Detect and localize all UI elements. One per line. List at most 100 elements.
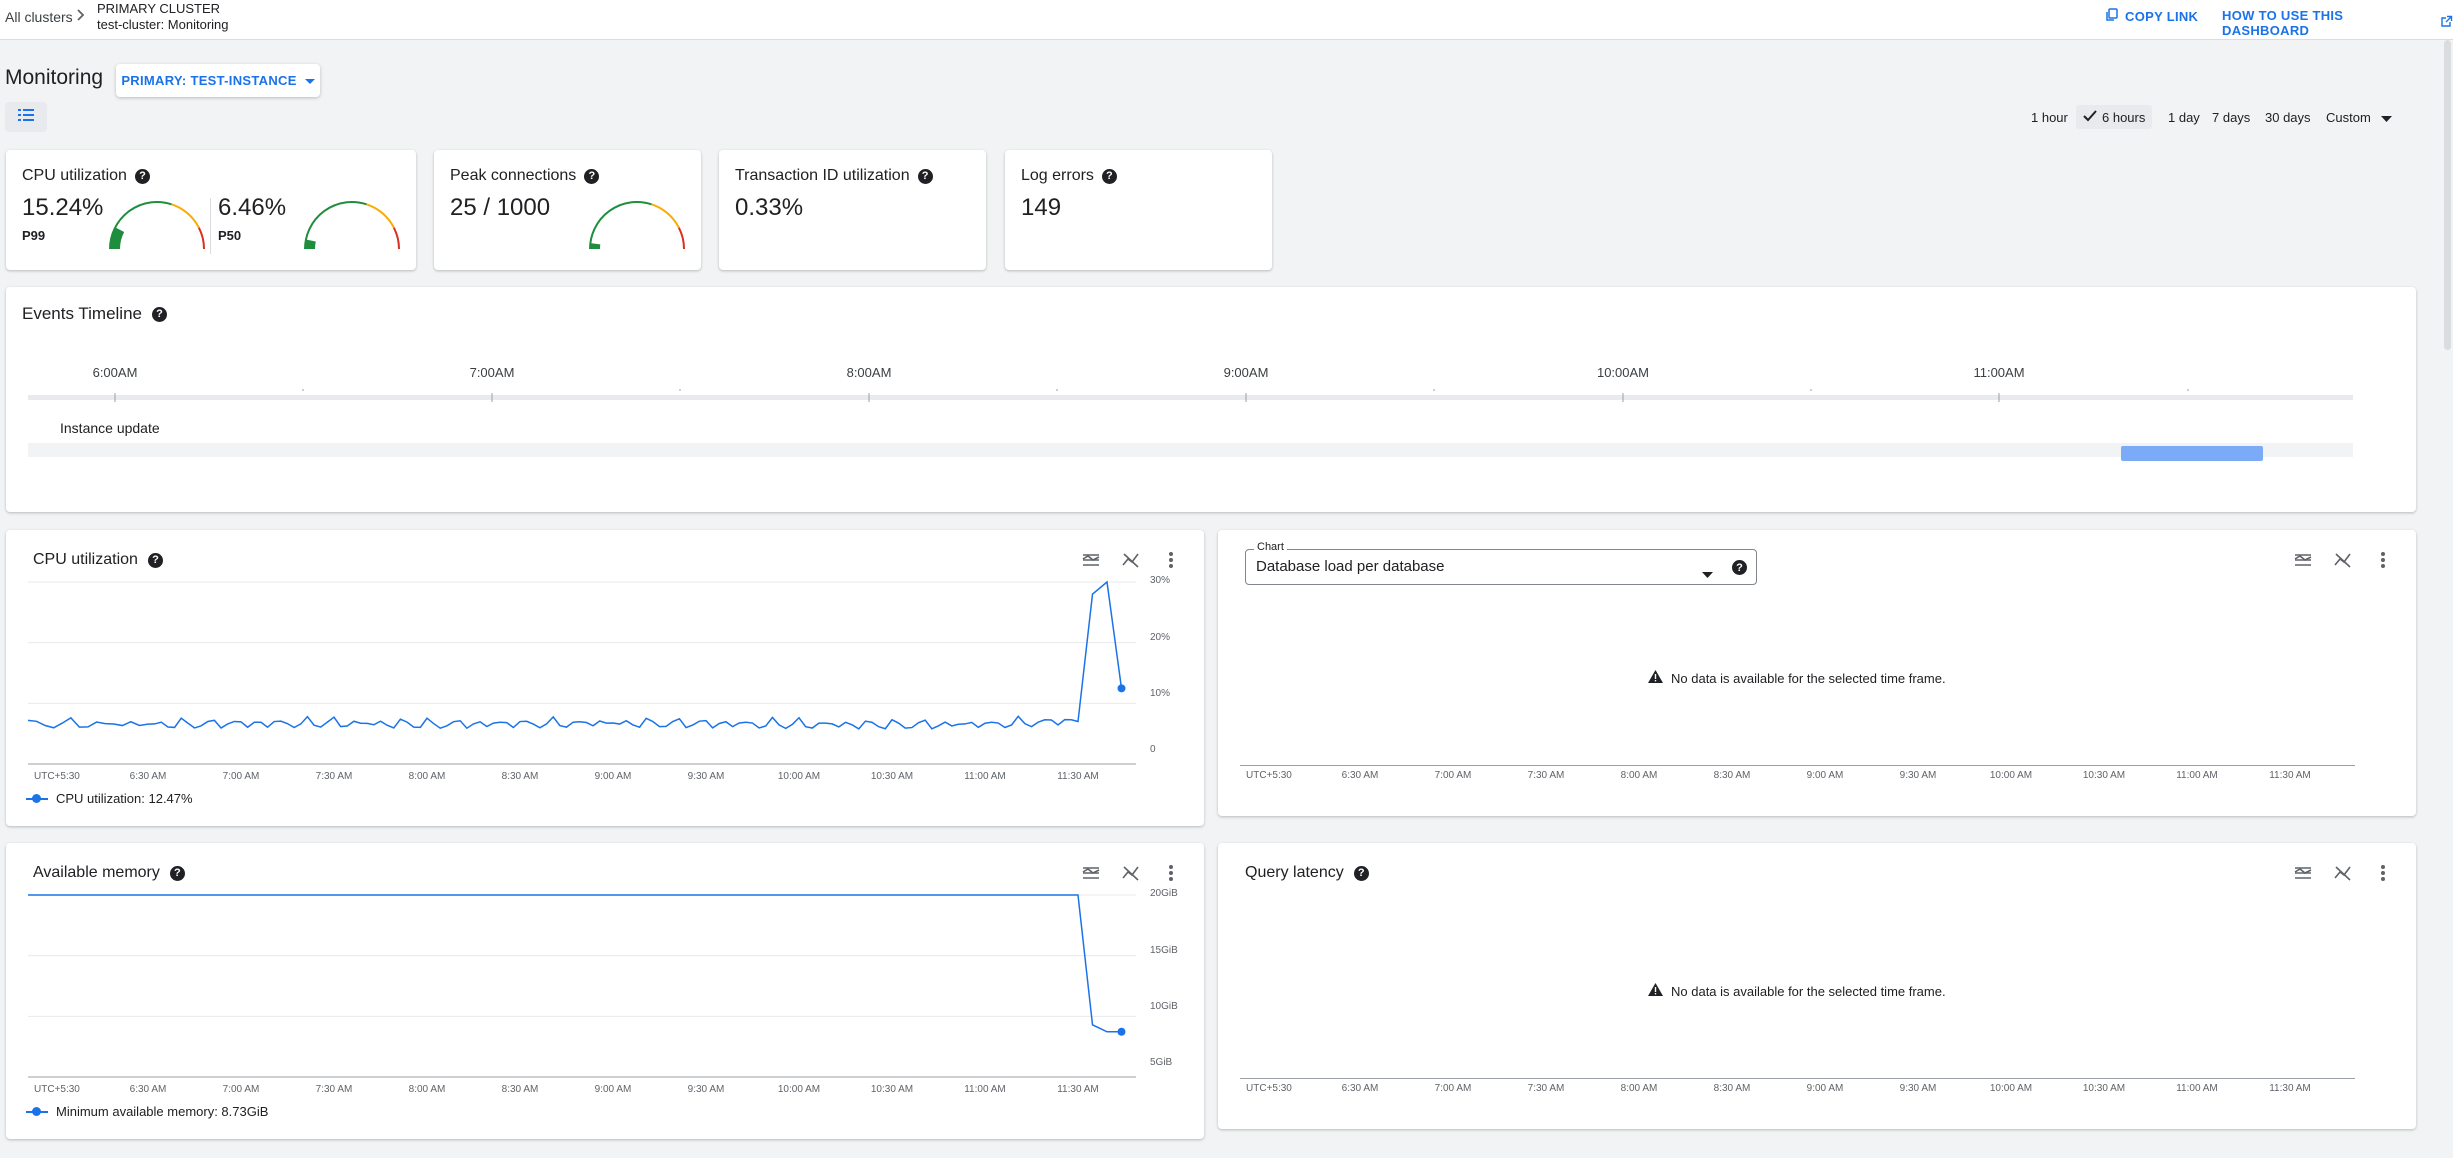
cpu-metric-card: CPU utilization ? 15.24% P99 6.46% P50 (6, 150, 416, 270)
x-tick-label: 8:30 AM (501, 1084, 539, 1095)
caret-down-icon (1702, 565, 1713, 583)
cpu-p50-gauge (304, 201, 400, 250)
series-line (27, 580, 1123, 730)
x-tick-label: 6:30 AM (129, 1084, 167, 1095)
help-icon[interactable]: ? (134, 168, 150, 184)
range-7-days[interactable]: 7 days (2205, 105, 2257, 129)
x-tick-label: 11:30 AM (2269, 1083, 2311, 1094)
help-icon[interactable]: ? (584, 168, 600, 184)
chart-select-label: Chart (1254, 541, 1287, 553)
x-tick-label: 9:30 AM (687, 771, 725, 782)
more-vert-icon[interactable] (2374, 551, 2392, 569)
no-data-text: No data is available for the selected ti… (1671, 670, 1946, 686)
instance-selector[interactable]: PRIMARY: TEST-INSTANCE (116, 64, 320, 97)
memory-legend[interactable]: Minimum available memory: 8.73GiB (26, 1104, 268, 1119)
x-tick-label: 10:00 AM (1989, 1083, 2033, 1094)
range-6-hours[interactable]: 6 hours (2076, 105, 2153, 129)
breadcrumb-cluster-type: PRIMARY CLUSTER (97, 1, 221, 16)
x-tick-label: 9:30 AM (1899, 1083, 1937, 1094)
scrollbar-thumb[interactable] (2444, 40, 2451, 350)
compare-icon[interactable] (2334, 864, 2352, 882)
x-tick-label: UTC+5:30 (34, 771, 80, 782)
timeline-tick: 11:00AM (1973, 365, 2025, 380)
x-tick-label: 10:30 AM (870, 771, 914, 782)
range-30-days[interactable]: 30 days (2258, 105, 2318, 129)
x-tick-label: 11:00 AM (964, 771, 1006, 782)
cpu-p50-label: P50 (218, 228, 242, 243)
x-tick-label: UTC+5:30 (34, 1084, 80, 1095)
x-tick-label: 7:30 AM (315, 1084, 353, 1095)
no-data-text: No data is available for the selected ti… (1671, 983, 1946, 999)
x-axis-line (1240, 765, 2355, 766)
copy-link-button[interactable]: COPY LINK (2105, 8, 2198, 25)
y-tick: 30% (1150, 575, 1171, 586)
cpu-card-title: CPU utilization ? (22, 167, 150, 185)
log-errors-value: 149 (1021, 194, 1062, 221)
x-tick-label: 9:00 AM (594, 771, 632, 782)
x-tick-label: 8:30 AM (501, 771, 539, 782)
no-data-message: No data is available for the selected ti… (1648, 670, 1946, 686)
help-icon[interactable]: ? (1732, 560, 1747, 575)
x-tick-label: 11:00 AM (964, 1084, 1006, 1095)
connections-value: 25 / 1000 (450, 194, 551, 221)
range-1-day[interactable]: 1 day (2161, 105, 2207, 129)
x-tick-label: 9:00 AM (1806, 1083, 1844, 1094)
gauge-fill (110, 227, 125, 250)
x-tick-label: 9:00 AM (594, 1084, 632, 1095)
caret-down-icon (2380, 110, 2392, 125)
x-tick-label: UTC+5:30 (1246, 1083, 1292, 1094)
x-tick-label: 8:30 AM (1713, 770, 1751, 781)
range-1-hour[interactable]: 1 hour (2024, 105, 2075, 129)
log-errors-metric-card: Log errors ? 149 (1005, 150, 1272, 270)
txid-card-title: Transaction ID utilization ? (735, 167, 933, 185)
cpu-p50-value: 6.46% (218, 194, 287, 221)
panel-toolbar (2294, 864, 2392, 882)
timeline-tick: 7:00AM (469, 365, 515, 380)
series-end-point (1117, 1027, 1126, 1036)
x-tick-label: 9:00 AM (1806, 770, 1844, 781)
x-tick-label: 10:00 AM (777, 771, 821, 782)
help-icon[interactable]: ? (1101, 168, 1117, 184)
x-tick-label: 10:30 AM (870, 1084, 914, 1095)
gauge-scale-mid (171, 203, 200, 229)
events-timeline-title-text: Events Timeline (22, 304, 142, 323)
x-tick-label: UTC+5:30 (1246, 770, 1292, 781)
divider (210, 198, 211, 254)
connections-gauge (589, 201, 685, 250)
help-icon[interactable]: ? (152, 306, 167, 322)
gauge-scale-mid (366, 203, 395, 229)
instance-update-event-bar[interactable] (2121, 446, 2263, 461)
legend-toggle-icon[interactable] (2294, 551, 2312, 569)
panel-toolbar (2294, 551, 2392, 569)
connections-card-title-text: Peak connections (450, 167, 577, 184)
timeline-tick: 8:00AM (846, 365, 892, 380)
x-tick-label: 6:30 AM (129, 771, 167, 782)
cpu-p99-label: P99 (22, 228, 46, 243)
more-vert-icon[interactable] (2374, 864, 2392, 882)
instance-selector-label: PRIMARY: TEST-INSTANCE (121, 73, 297, 88)
top-bar: All clusters PRIMARY CLUSTER test-cluste… (0, 0, 2453, 40)
how-to-use-link[interactable]: HOW TO USE THIS DASHBOARD (2222, 8, 2453, 38)
compare-icon[interactable] (2334, 551, 2352, 569)
breadcrumb-all-clusters[interactable]: All clusters (5, 9, 73, 25)
range-custom[interactable]: Custom (2319, 105, 2399, 129)
chart-select[interactable]: Chart Database load per database ? (1245, 541, 1757, 585)
chart-select-value: Database load per database (1256, 558, 1445, 575)
series-end-point (1117, 684, 1126, 693)
list-view-button[interactable] (5, 102, 47, 132)
help-icon[interactable]: ? (1353, 865, 1369, 881)
x-tick-label: 9:30 AM (1899, 770, 1937, 781)
cpu-legend[interactable]: CPU utilization: 12.47% (26, 791, 193, 806)
timeline-tick: 10:00AM (1596, 365, 1650, 380)
x-tick-label: 8:00 AM (408, 771, 446, 782)
warning-icon (1648, 670, 1663, 686)
legend-toggle-icon[interactable] (2294, 864, 2312, 882)
y-tick: 20% (1150, 632, 1171, 643)
chevron-right-icon (73, 5, 89, 28)
txid-metric-card: Transaction ID utilization ? 0.33% (719, 150, 986, 270)
x-tick-label: 8:00 AM (1620, 1083, 1658, 1094)
help-icon[interactable]: ? (917, 168, 933, 184)
gauge-fill (305, 239, 316, 250)
gauge-scale-high (392, 227, 400, 250)
y-tick: 10% (1150, 688, 1171, 699)
